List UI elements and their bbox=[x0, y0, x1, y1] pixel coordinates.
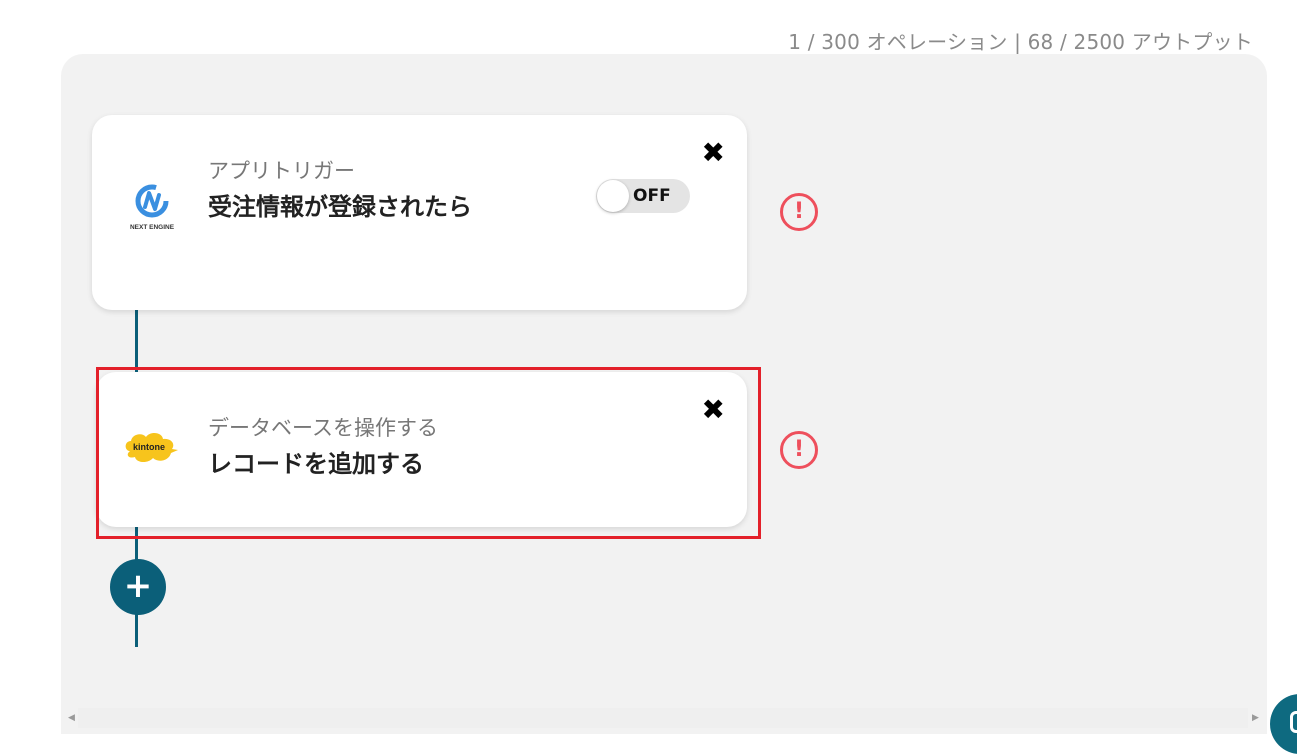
step-subtitle: データベースを操作する bbox=[208, 416, 438, 440]
close-icon[interactable]: ✖ bbox=[702, 396, 725, 424]
trigger-toggle[interactable]: OFF bbox=[596, 179, 690, 213]
svg-text:kintone: kintone bbox=[133, 442, 165, 452]
warning-icon[interactable]: ! bbox=[780, 193, 818, 231]
warning-icon[interactable]: ! bbox=[780, 431, 818, 469]
chat-icon bbox=[1290, 711, 1297, 733]
toggle-label: OFF bbox=[633, 186, 671, 206]
scroll-right-arrow-icon[interactable]: ▶ bbox=[1252, 713, 1259, 723]
scroll-left-arrow-icon[interactable]: ◀ bbox=[68, 713, 75, 723]
step-subtitle: アプリトリガー bbox=[208, 159, 355, 183]
chat-widget-button[interactable] bbox=[1270, 694, 1297, 754]
action-step-card[interactable]: kintone データベースを操作する レコードを追加する ✖ bbox=[96, 372, 747, 527]
add-step-button[interactable]: + bbox=[110, 559, 166, 615]
close-icon[interactable]: ✖ bbox=[702, 139, 725, 167]
toggle-knob bbox=[597, 180, 629, 212]
kintone-logo: kintone bbox=[125, 433, 178, 463]
trigger-step-card[interactable]: NEXT ENGINE アプリトリガー 受注情報が登録されたら OFF ✖ bbox=[92, 115, 747, 310]
step-title: レコードを追加する bbox=[208, 450, 424, 478]
horizontal-scrollbar[interactable] bbox=[78, 708, 1248, 728]
usage-counter: 1 / 300 オペレーション | 68 / 2500 アウトプット bbox=[788, 30, 1253, 54]
next-engine-logo: NEXT ENGINE bbox=[130, 184, 175, 231]
svg-text:NEXT ENGINE: NEXT ENGINE bbox=[130, 224, 175, 231]
step-title: 受注情報が登録されたら bbox=[208, 193, 472, 221]
flow-connector-line bbox=[135, 310, 138, 372]
